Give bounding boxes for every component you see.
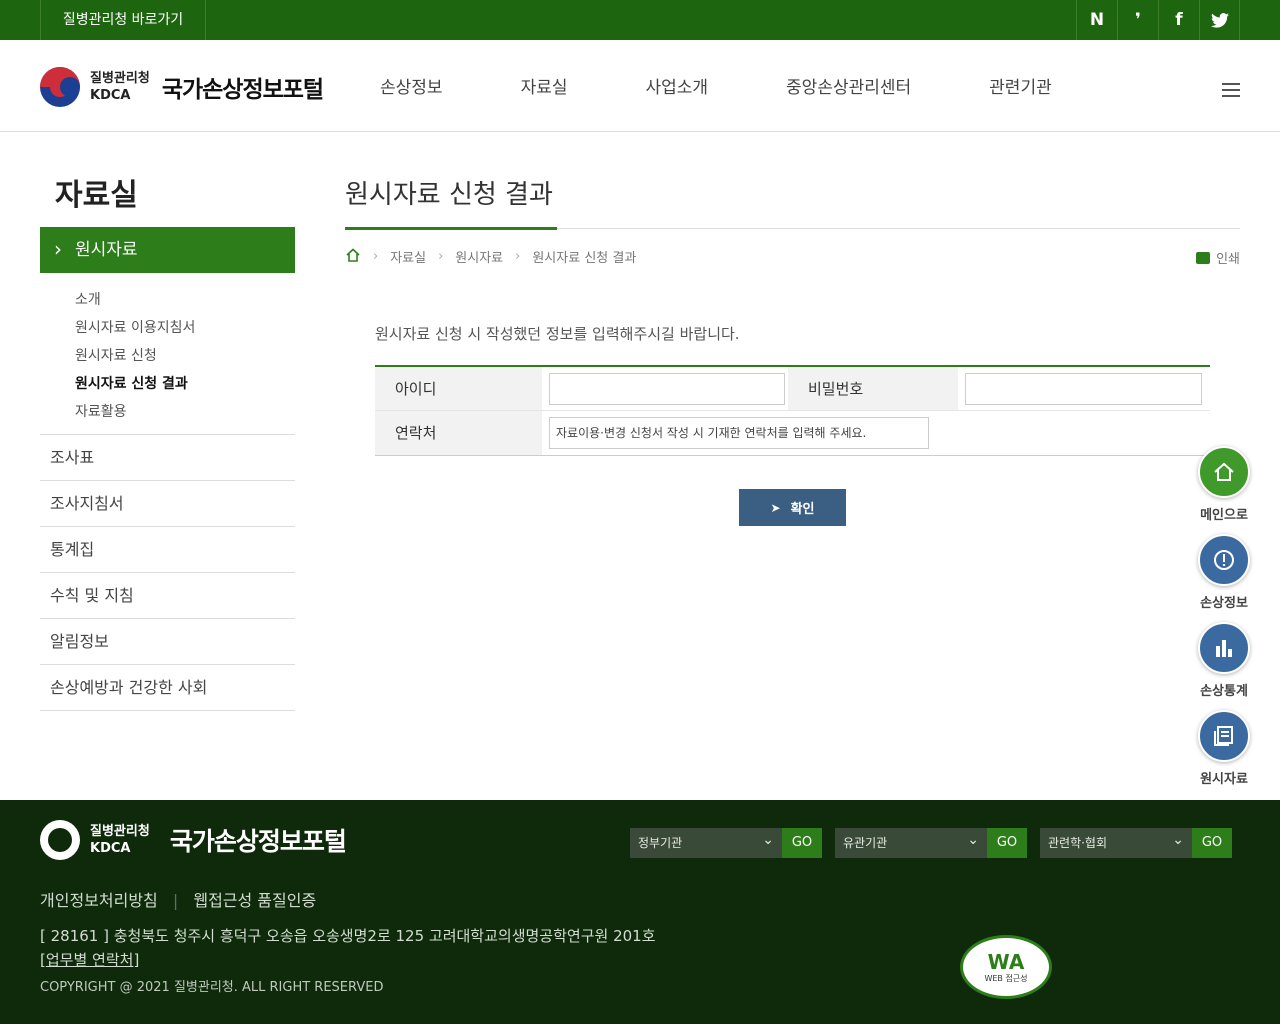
print-label: 인쇄: [1216, 252, 1240, 267]
facebook-icon[interactable]: f: [1158, 0, 1199, 40]
quick-main[interactable]: 메인으로: [1196, 446, 1252, 523]
nav-item-related[interactable]: 관련기관: [989, 73, 1052, 98]
arrow-right-icon: ➤: [770, 500, 781, 515]
kakao-story-icon[interactable]: ❜: [1117, 0, 1158, 40]
kdca-shortcut-link[interactable]: 질병관리청 바로가기: [40, 0, 206, 40]
page-title: 원시자료 신청 결과: [345, 180, 553, 210]
sub-item-apply[interactable]: 원시자료 신청: [75, 342, 195, 370]
site-footer: 질병관리청 KDCA 국가손상정보포털 정부기관 GO 유관기관 GO 관련학·…: [0, 800, 1280, 1024]
footer-site-title: 국가손상정보포털: [169, 827, 347, 856]
breadcrumb: › 자료실 › 원시자료 › 원시자료 신청 결과: [345, 247, 636, 266]
social-links: N ❜ f: [1076, 0, 1240, 40]
select-group: 유관기관 GO: [835, 825, 1027, 858]
title-accent-bar: [345, 227, 557, 230]
sidebar-item-rules[interactable]: 수칙 및 지침: [40, 573, 295, 619]
nav-item-business[interactable]: 사업소개: [645, 73, 708, 98]
password-input[interactable]: [965, 373, 1202, 405]
sidebar-item-prevention[interactable]: 손상예방과 건강한 사회: [40, 665, 295, 711]
contact-label: 연락처: [375, 411, 542, 455]
breadcrumb-separator: ›: [515, 249, 521, 264]
print-button[interactable]: 인쇄: [1196, 248, 1240, 267]
password-label: 비밀번호: [788, 367, 958, 410]
footer-links: 개인정보처리방침 | 웹접근성 품질인증: [40, 887, 316, 911]
footer-org: 질병관리청 KDCA: [90, 824, 150, 856]
menu-icon[interactable]: [1222, 83, 1240, 97]
nav-item-injury-info[interactable]: 손상정보: [380, 73, 443, 98]
breadcrumb-separator: ›: [373, 249, 379, 264]
breadcrumb-item[interactable]: 원시자료: [455, 247, 503, 266]
related-agency-select[interactable]: 유관기관: [835, 825, 987, 858]
home-icon: [1198, 446, 1250, 498]
breadcrumb-separator: ›: [438, 249, 444, 264]
privacy-policy-link[interactable]: 개인정보처리방침: [40, 891, 158, 910]
breadcrumb-item[interactable]: 원시자료 신청 결과: [532, 247, 636, 266]
sidebar-item-statistics[interactable]: 통계집: [40, 527, 295, 573]
id-input[interactable]: [549, 373, 785, 405]
twitter-icon[interactable]: [1199, 0, 1240, 40]
id-label: 아이디: [375, 367, 542, 410]
nav-item-center[interactable]: 중앙손상관리센터: [786, 73, 911, 98]
quick-injury-info[interactable]: 손상정보: [1196, 534, 1252, 611]
alert-icon: [1198, 534, 1250, 586]
breadcrumb-item[interactable]: 자료실: [390, 247, 426, 266]
select-group: 정부기관 GO: [630, 825, 822, 858]
form-row: 연락처 자료이용·변경 신청서 작성 시 기재한 연락처를 입력해 주세요.: [375, 411, 1210, 455]
quick-label: 손상통계: [1200, 684, 1248, 699]
footer-address: [ 28161 ] 충청북도 청주시 흥덕구 오송읍 오송생명2로 125 고려…: [40, 927, 656, 945]
result-form: 아이디 비밀번호 연락처 자료이용·변경 신청서 작성 시 기재한 연락처를 입…: [375, 365, 1210, 456]
association-select[interactable]: 관련학·협회: [1040, 825, 1192, 858]
go-button[interactable]: GO: [987, 828, 1027, 858]
confirm-button[interactable]: ➤ 확인: [739, 489, 846, 526]
guide-text: 원시자료 신청 시 작성했던 정보를 입력해주시길 바랍니다.: [375, 325, 740, 343]
global-nav: 손상정보 자료실 사업소개 중앙손상관리센터 관련기관: [380, 73, 1052, 98]
footer-logo: 질병관리청 KDCA 국가손상정보포털: [40, 820, 347, 860]
naver-blog-icon[interactable]: N: [1076, 0, 1117, 40]
select-group: 관련학·협회 GO: [1040, 825, 1232, 858]
home-icon[interactable]: [345, 247, 361, 266]
nav-item-archive[interactable]: 자료실: [521, 73, 568, 98]
logo-site-title: 국가손상정보포털: [161, 77, 324, 103]
go-button[interactable]: GO: [782, 828, 822, 858]
logo-org: 질병관리청 KDCA: [90, 71, 150, 103]
accessibility-link[interactable]: 웹접근성 품질인증: [193, 891, 316, 910]
bar-chart-icon: [1198, 622, 1250, 674]
top-bar: 질병관리청 바로가기 N ❜ f: [0, 0, 1280, 40]
quick-injury-stats[interactable]: 손상통계: [1196, 622, 1252, 699]
quick-label: 메인으로: [1200, 508, 1248, 523]
sidebar-item-survey-guide[interactable]: 조사지침서: [40, 481, 295, 527]
sidebar-list: 조사표 조사지침서 통계집 수칙 및 지침 알림정보 손상예방과 건강한 사회: [40, 434, 295, 711]
sub-item-intro[interactable]: 소개: [75, 286, 195, 314]
form-row: 아이디 비밀번호: [375, 367, 1210, 411]
site-header: 질병관리청 KDCA 국가손상정보포털 손상정보 자료실 사업소개 중앙손상관리…: [0, 40, 1280, 132]
site-logo[interactable]: 질병관리청 KDCA 국가손상정보포털: [40, 67, 324, 107]
quick-label: 원시자료: [1200, 772, 1248, 787]
family-site-selects: 정부기관 GO 유관기관 GO 관련학·협회 GO: [630, 825, 1245, 858]
contact-link[interactable]: 업무별 연락처: [46, 951, 134, 969]
gov-agency-select[interactable]: 정부기관: [630, 825, 782, 858]
sidebar-sub-list: 소개 원시자료 이용지침서 원시자료 신청 원시자료 신청 결과 자료활용: [75, 286, 195, 426]
footer-contact: [업무별 연락처]: [40, 951, 140, 969]
quick-raw-data[interactable]: 원시자료: [1196, 710, 1252, 787]
document-icon: [1198, 710, 1250, 762]
sidebar-item-notice[interactable]: 알림정보: [40, 619, 295, 665]
quick-label: 손상정보: [1200, 596, 1248, 611]
kdca-emblem-icon: [40, 820, 80, 860]
footer-copyright: COPYRIGHT @ 2021 질병관리청. ALL RIGHT RESERV…: [40, 980, 384, 995]
sidebar-item-survey[interactable]: 조사표: [40, 435, 295, 481]
sidebar-item-raw-data[interactable]: 원시자료: [40, 226, 295, 273]
web-accessibility-mark[interactable]: WA WEB 접근성: [960, 935, 1052, 999]
link-divider: |: [172, 891, 179, 910]
sub-item-guide[interactable]: 원시자료 이용지침서: [75, 314, 195, 342]
go-button[interactable]: GO: [1192, 828, 1232, 858]
confirm-label: 확인: [790, 502, 815, 517]
sub-item-result[interactable]: 원시자료 신청 결과: [75, 370, 195, 398]
sidebar-title: 자료실: [55, 178, 138, 213]
kdca-emblem-icon: [40, 67, 80, 107]
printer-icon: [1196, 251, 1211, 264]
contact-input[interactable]: 자료이용·변경 신청서 작성 시 기재한 연락처를 입력해 주세요.: [549, 417, 929, 449]
sub-item-usage[interactable]: 자료활용: [75, 398, 195, 426]
